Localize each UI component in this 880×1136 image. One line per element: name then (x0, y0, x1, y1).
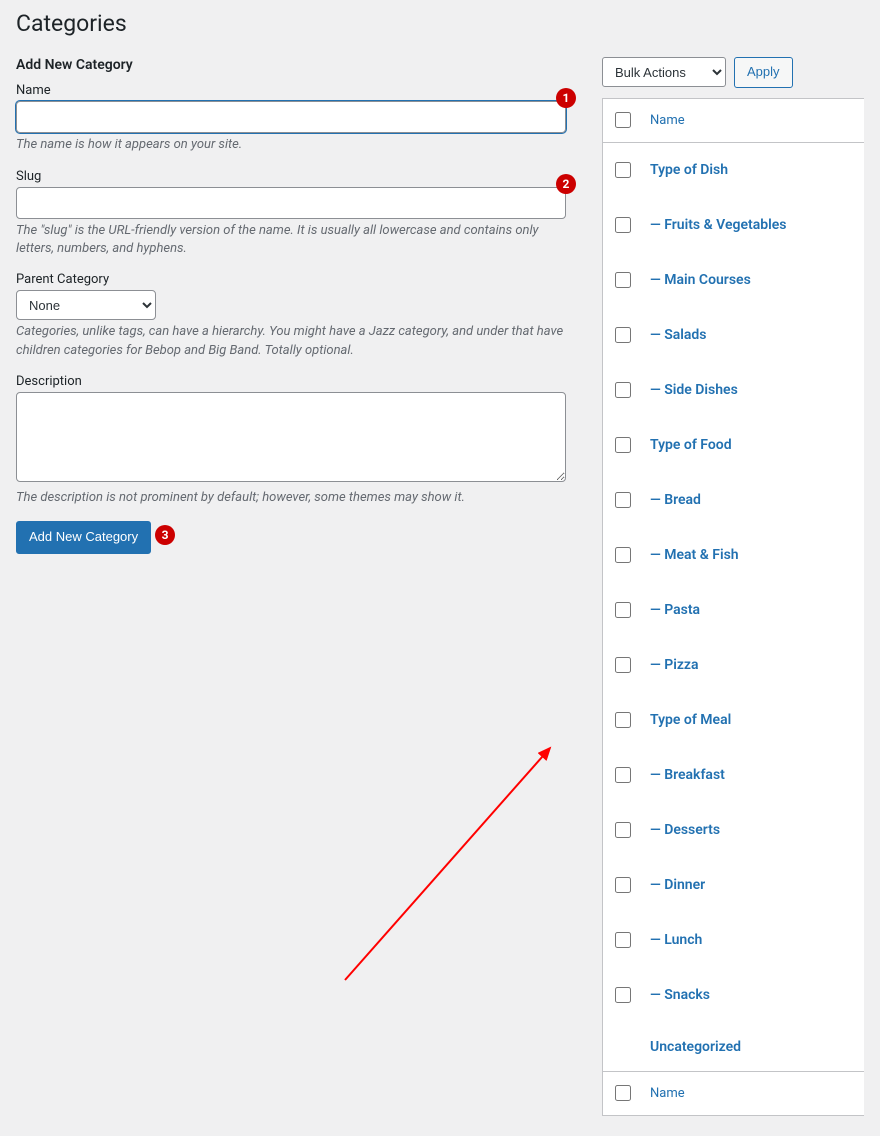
description-label: Description (16, 374, 566, 389)
table-row: Type of Dish (603, 142, 865, 198)
category-link[interactable]: — Dinner (650, 877, 705, 893)
description-input[interactable] (16, 392, 566, 482)
category-link[interactable]: — Lunch (650, 932, 702, 948)
row-checkbox[interactable] (615, 492, 631, 508)
table-row: — Main Courses (603, 253, 865, 308)
row-checkbox[interactable] (615, 327, 631, 343)
categories-table: Name Type of Dish — Fruits & Vegetables — … (602, 98, 864, 1116)
table-row: — Breakfast (603, 748, 865, 803)
row-checkbox[interactable] (615, 382, 631, 398)
category-link[interactable]: — Pasta (650, 602, 700, 618)
form-heading: Add New Category (16, 57, 566, 73)
annotation-badge-1: 1 (556, 88, 576, 108)
row-checkbox[interactable] (615, 877, 631, 893)
category-link[interactable]: — Snacks (650, 987, 710, 1003)
table-row: Type of Food (603, 418, 865, 473)
table-row: — Salads (603, 308, 865, 363)
col-footer-name[interactable]: Name (650, 1086, 685, 1101)
add-category-button[interactable]: Add New Category (16, 521, 151, 554)
row-checkbox[interactable] (615, 987, 631, 1003)
page-title: Categories (16, 10, 864, 37)
bulk-actions-select[interactable]: Bulk Actions (602, 57, 726, 87)
name-label: Name (16, 83, 566, 98)
slug-label: Slug (16, 169, 566, 184)
apply-button[interactable]: Apply (734, 57, 793, 88)
row-checkbox[interactable] (615, 437, 631, 453)
category-link[interactable]: — Main Courses (650, 272, 751, 288)
select-all-top[interactable] (615, 112, 631, 128)
parent-label: Parent Category (16, 272, 566, 287)
table-row: — Side Dishes (603, 363, 865, 418)
row-checkbox[interactable] (615, 217, 631, 233)
name-hint: The name is how it appears on your site. (16, 136, 566, 154)
table-row: — Lunch (603, 913, 865, 968)
table-row: — Desserts (603, 803, 865, 858)
slug-input[interactable] (16, 187, 566, 219)
table-row: Type of Meal (603, 693, 865, 748)
table-row: — Pasta (603, 583, 865, 638)
annotation-badge-3: 3 (155, 525, 175, 545)
category-link[interactable]: — Bread (650, 492, 701, 508)
parent-hint: Categories, unlike tags, can have a hier… (16, 323, 566, 359)
category-link[interactable]: — Side Dishes (650, 382, 738, 398)
row-checkbox[interactable] (615, 602, 631, 618)
category-link[interactable]: Type of Meal (650, 712, 731, 728)
category-link[interactable]: Type of Food (650, 437, 732, 453)
row-checkbox[interactable] (615, 162, 631, 178)
description-hint: The description is not prominent by defa… (16, 489, 566, 507)
category-link[interactable]: — Breakfast (650, 767, 725, 783)
add-category-form: Add New Category Name 1 The name is how … (16, 57, 566, 1116)
table-row: Uncategorized (603, 1023, 865, 1072)
row-checkbox[interactable] (615, 822, 631, 838)
category-link[interactable]: — Meat & Fish (650, 547, 739, 563)
table-row: — Meat & Fish (603, 528, 865, 583)
row-checkbox[interactable] (615, 657, 631, 673)
category-link[interactable]: — Pizza (650, 657, 699, 673)
name-input[interactable] (16, 101, 566, 133)
col-header-name[interactable]: Name (650, 113, 685, 128)
table-row: — Snacks (603, 968, 865, 1023)
category-link[interactable]: — Salads (650, 327, 707, 343)
slug-hint: The "slug" is the URL-friendly version o… (16, 222, 566, 258)
category-link[interactable]: — Desserts (650, 822, 720, 838)
category-link[interactable]: Uncategorized (650, 1039, 741, 1055)
table-row: — Dinner (603, 858, 865, 913)
table-row: — Bread (603, 473, 865, 528)
category-link[interactable]: Type of Dish (650, 162, 728, 178)
row-checkbox[interactable] (615, 932, 631, 948)
row-checkbox[interactable] (615, 547, 631, 563)
row-checkbox[interactable] (615, 767, 631, 783)
row-checkbox[interactable] (615, 712, 631, 728)
table-row: — Pizza (603, 638, 865, 693)
parent-select[interactable]: None (16, 290, 156, 320)
annotation-badge-2: 2 (556, 174, 576, 194)
table-row: — Fruits & Vegetables (603, 198, 865, 253)
category-link[interactable]: — Fruits & Vegetables (650, 217, 786, 233)
row-checkbox[interactable] (615, 272, 631, 288)
select-all-bottom[interactable] (615, 1085, 631, 1101)
